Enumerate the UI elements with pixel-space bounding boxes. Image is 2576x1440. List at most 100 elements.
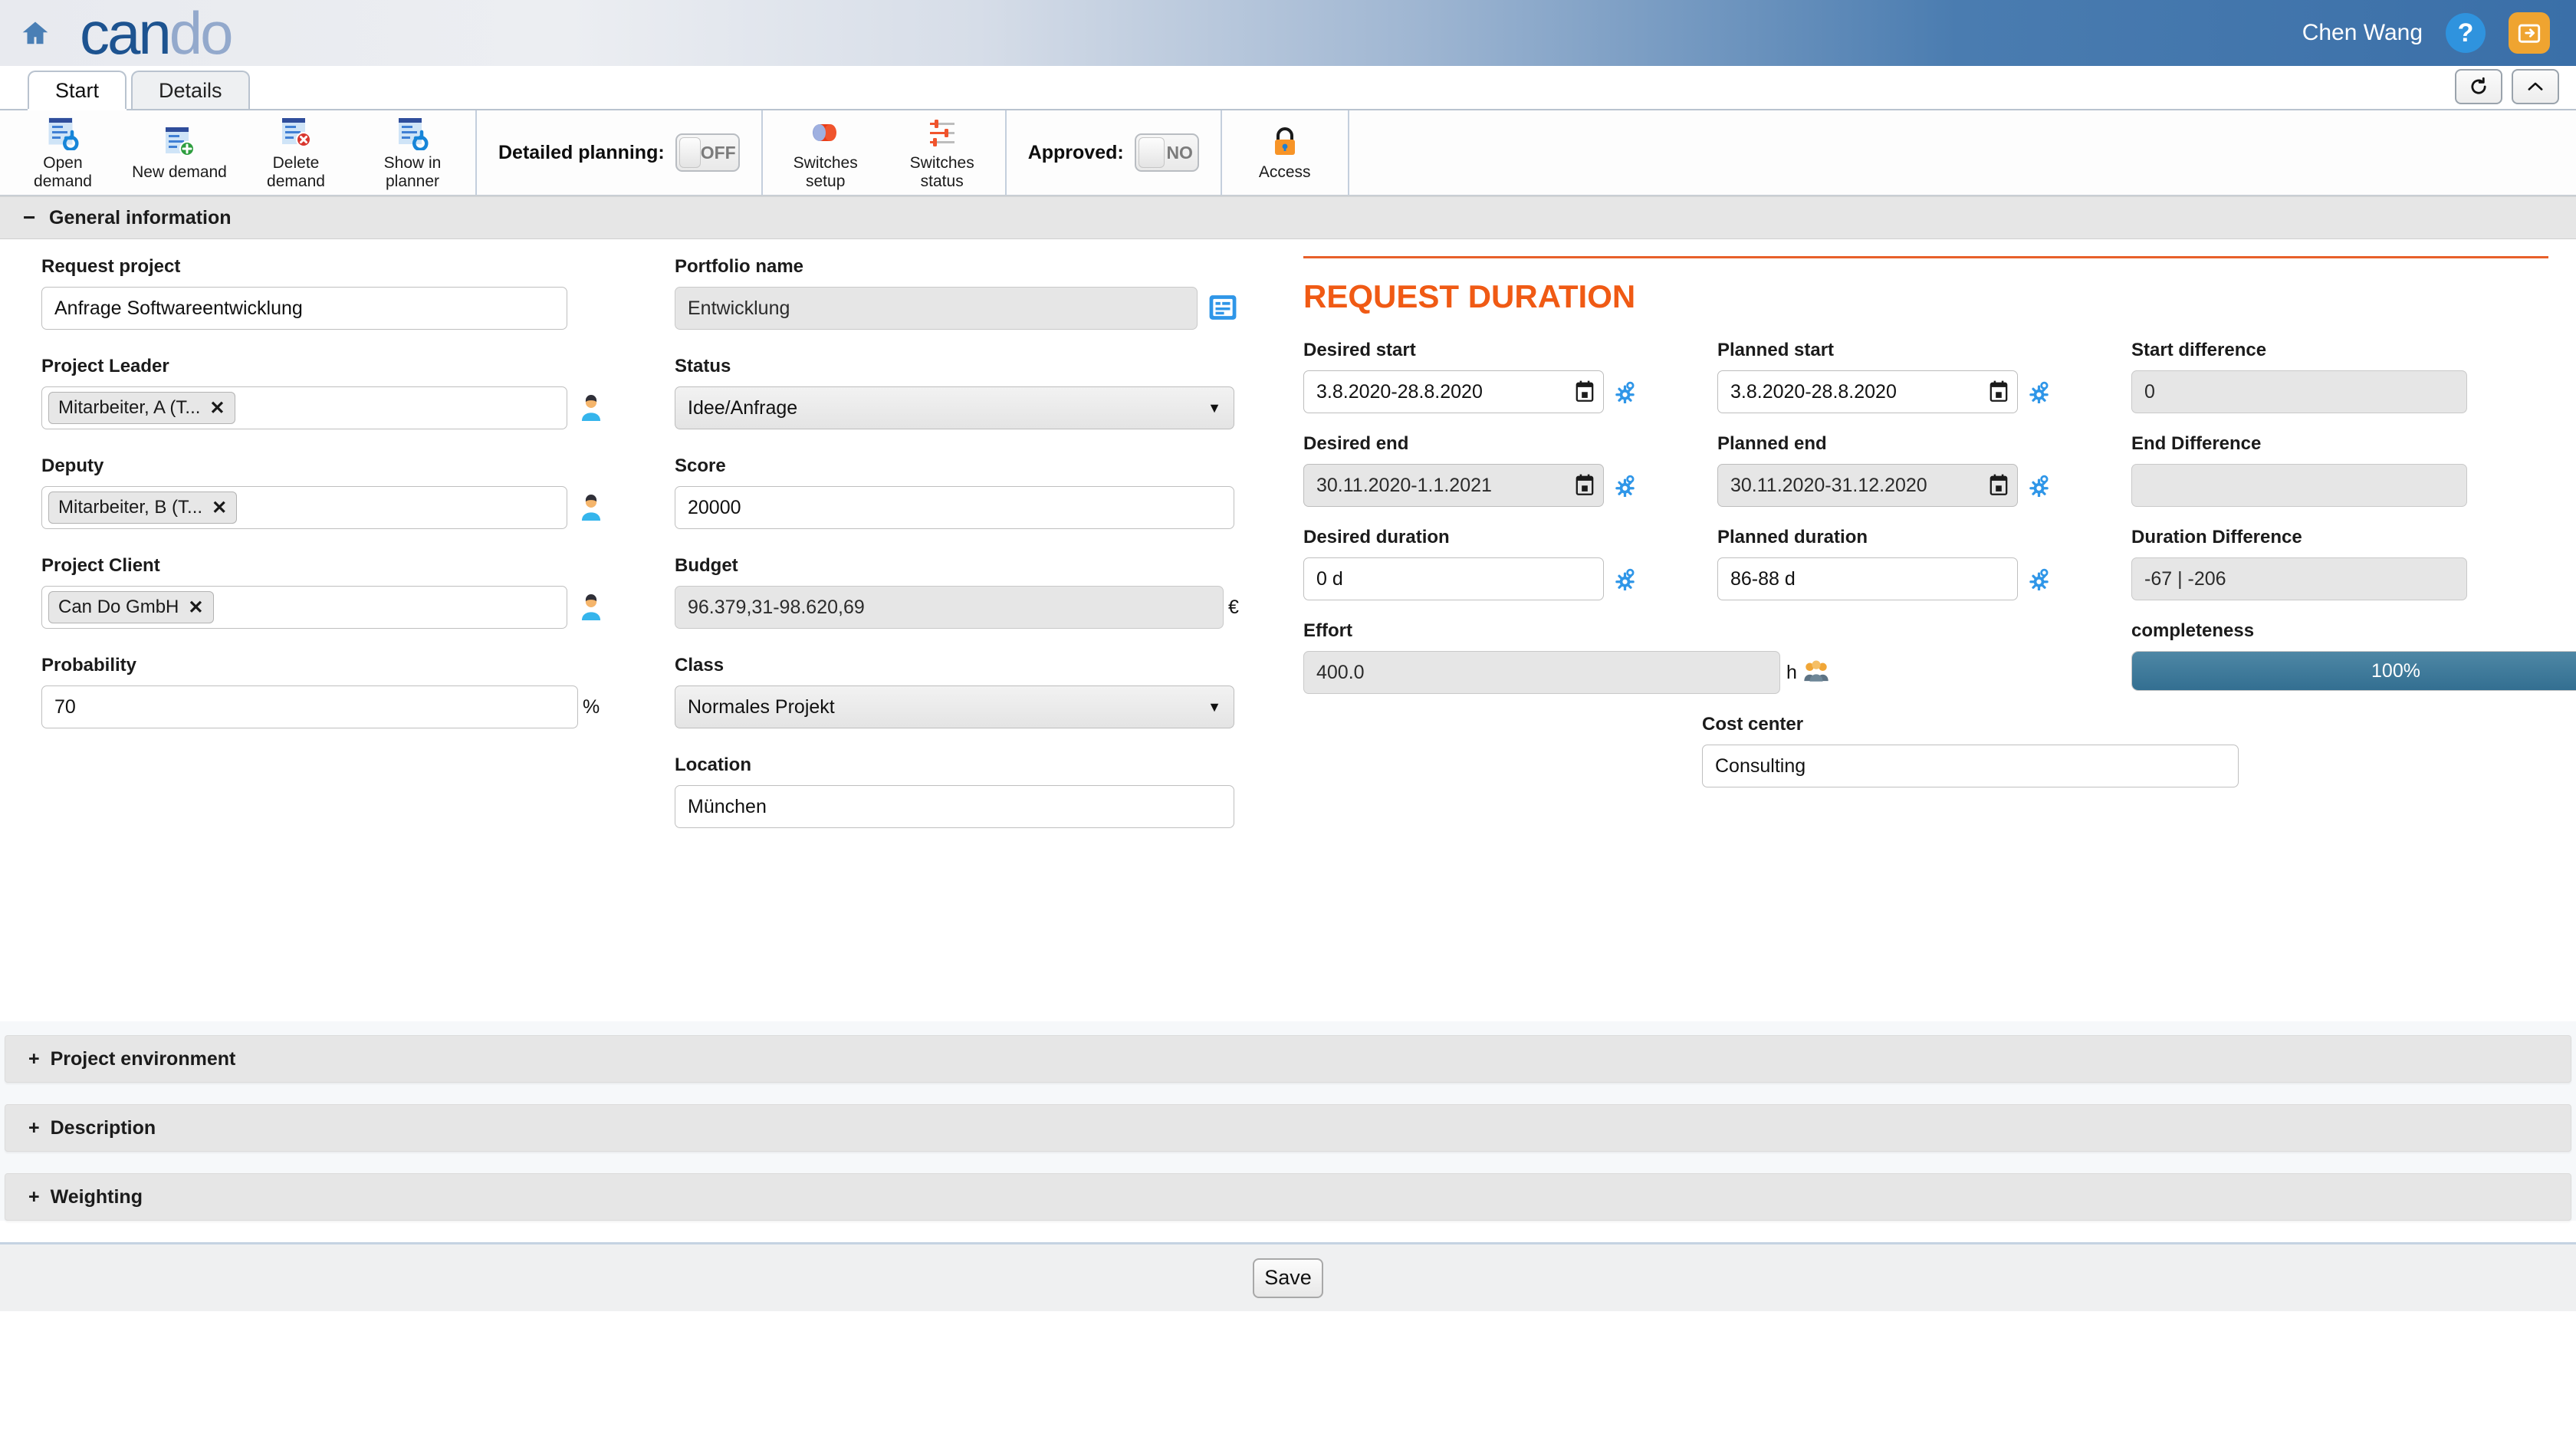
calendar-icon[interactable] <box>1990 380 2009 403</box>
team-icon[interactable] <box>1803 659 1829 687</box>
project-leader-label: Project Leader <box>41 356 169 376</box>
status-value: Idee/Anfrage <box>688 396 798 419</box>
gear-icon[interactable] <box>2026 567 2049 591</box>
ribbon-group-access: Access <box>1222 110 1348 195</box>
switches-setup-label: Switches setup <box>793 154 858 190</box>
home-icon[interactable] <box>20 18 51 48</box>
planned-duration-input[interactable]: 86-88 d <box>1717 557 2018 600</box>
gear-icon[interactable] <box>1612 380 1635 404</box>
effort-input[interactable]: 400.0 <box>1303 651 1780 694</box>
deputy-chip[interactable]: Mitarbeiter, B (T... ✕ <box>48 492 238 524</box>
tab-details[interactable]: Details <box>131 71 250 109</box>
general-information-header[interactable]: − General information <box>0 196 2576 239</box>
calendar-icon[interactable] <box>1576 380 1595 403</box>
class-select[interactable]: Normales Projekt ▼ <box>675 685 1234 728</box>
expand-sign: + <box>28 1116 40 1139</box>
section-description-label: Description <box>50 1116 156 1139</box>
chip-label: Mitarbeiter, A (T... <box>58 397 201 418</box>
question-mark-icon[interactable]: ? <box>2446 13 2486 53</box>
field-score: Score 20000 <box>675 455 1303 529</box>
desired-duration-input[interactable]: 0 d <box>1303 557 1604 600</box>
tab-strip: Start Details <box>0 66 2576 110</box>
gear-icon[interactable] <box>2026 474 2049 498</box>
project-leader-input[interactable]: Mitarbeiter, A (T... ✕ <box>41 386 567 429</box>
field-completeness: completeness 100% <box>2131 620 2576 694</box>
probability-input[interactable]: 70 <box>41 685 578 728</box>
field-class: Class Normales Projekt ▼ <box>675 655 1303 728</box>
field-probability: Probability 70 % <box>41 655 675 728</box>
refresh-icon[interactable] <box>2455 69 2502 104</box>
request-project-input[interactable]: Anfrage Softwareentwicklung <box>41 287 567 330</box>
score-input[interactable]: 20000 <box>675 486 1234 529</box>
start-difference-value: 0 <box>2131 370 2467 413</box>
detailed-planning-toggle[interactable]: OFF <box>675 133 740 172</box>
ribbon-filler <box>1347 110 2576 195</box>
portfolio-name-input[interactable]: Entwicklung <box>675 287 1198 330</box>
open-demand-label: Open demand <box>34 154 92 190</box>
open-demand-button[interactable]: Open demand <box>5 110 121 195</box>
desired-end-input[interactable]: 30.11.2020-1.1.2021 <box>1303 464 1604 507</box>
field-start-difference: Start difference 0 <box>2131 340 2469 413</box>
save-button[interactable]: Save <box>1253 1258 1323 1298</box>
switches-status-button[interactable]: Switches status <box>884 110 1001 195</box>
switches-setup-button[interactable]: Switches setup <box>767 110 884 195</box>
calendar-icon[interactable] <box>1990 474 2009 497</box>
chip-remove-icon[interactable]: ✕ <box>212 497 227 519</box>
field-planned-duration: Planned duration 86-88 d <box>1717 527 2131 600</box>
show-in-planner-button[interactable]: Show in planner <box>354 110 471 195</box>
person-picker-icon[interactable] <box>578 493 604 522</box>
chip-remove-icon[interactable]: ✕ <box>209 397 225 419</box>
section-weighting[interactable]: + Weighting <box>5 1173 2571 1221</box>
request-project-label: Request project <box>41 256 181 277</box>
status-label: Status <box>675 356 731 376</box>
gear-icon[interactable] <box>1612 567 1635 591</box>
person-picker-icon[interactable] <box>578 393 604 422</box>
switches-status-label: Switches status <box>909 154 974 190</box>
gear-icon[interactable] <box>2026 380 2049 404</box>
toggle-knob <box>1138 137 1165 168</box>
cost-center-input[interactable]: Consulting <box>1702 745 2239 787</box>
ribbon-toolbar: Open demand New demand Delete demand Sho… <box>0 110 2576 196</box>
access-button[interactable]: Access <box>1227 110 1343 195</box>
approved-toggle[interactable]: NO <box>1134 133 1199 172</box>
logo-text-can: can <box>80 0 172 67</box>
status-select[interactable]: Idee/Anfrage ▼ <box>675 386 1234 429</box>
field-end-difference: End Difference <box>2131 433 2469 507</box>
budget-input[interactable]: 96.379,31-98.620,69 <box>675 586 1224 629</box>
delete-demand-button[interactable]: Delete demand <box>238 110 354 195</box>
section-project-environment[interactable]: + Project environment <box>5 1035 2571 1083</box>
duration-difference-value: -67 | -206 <box>2131 557 2467 600</box>
project-leader-chip[interactable]: Mitarbeiter, A (T... ✕ <box>48 392 235 424</box>
project-client-input[interactable]: Can Do GmbH ✕ <box>41 586 567 629</box>
desired-start-label: Desired start <box>1303 340 1416 360</box>
header-right-actions: Chen Wang ? <box>2302 12 2576 54</box>
location-input[interactable]: München <box>675 785 1234 828</box>
form-column-left: Request project Anfrage Softwareentwickl… <box>0 256 675 854</box>
score-label: Score <box>675 455 726 476</box>
new-demand-button[interactable]: New demand <box>121 110 238 195</box>
section-project-environment-label: Project environment <box>50 1047 236 1070</box>
desired-start-input[interactable]: 3.8.2020-28.8.2020 <box>1303 370 1604 413</box>
field-project-client: Project Client Can Do GmbH ✕ <box>41 555 675 629</box>
person-picker-icon[interactable] <box>578 593 604 622</box>
planned-start-input[interactable]: 3.8.2020-28.8.2020 <box>1717 370 2018 413</box>
project-client-chip[interactable]: Can Do GmbH ✕ <box>48 591 214 623</box>
deputy-input[interactable]: Mitarbeiter, B (T... ✕ <box>41 486 567 529</box>
cost-center-label: Cost center <box>1702 714 1804 735</box>
chevron-up-icon[interactable] <box>2512 69 2559 104</box>
portfolio-detail-icon[interactable] <box>1208 294 1237 323</box>
section-description[interactable]: + Description <box>5 1104 2571 1152</box>
field-budget: Budget 96.379,31-98.620,69 € <box>675 555 1303 629</box>
section-weighting-label: Weighting <box>50 1185 143 1208</box>
effort-unit: h <box>1786 661 1797 683</box>
tab-details-label: Details <box>159 78 222 102</box>
gear-icon[interactable] <box>1612 474 1635 498</box>
form-column-middle: Portfolio name Entwicklung Status Idee/A… <box>675 256 1303 854</box>
approved-state: NO <box>1166 142 1193 163</box>
chip-remove-icon[interactable]: ✕ <box>188 597 203 619</box>
calendar-icon[interactable] <box>1576 474 1595 497</box>
logout-icon[interactable] <box>2509 12 2550 54</box>
field-location: Location München <box>675 755 1303 828</box>
tab-start[interactable]: Start <box>28 71 127 110</box>
planned-end-input[interactable]: 30.11.2020-31.12.2020 <box>1717 464 2018 507</box>
